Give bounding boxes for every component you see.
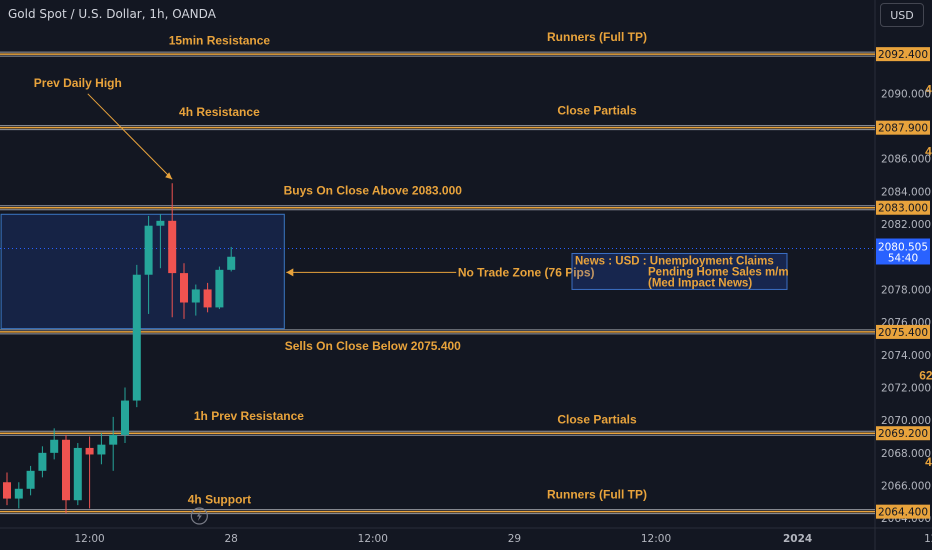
y-tick-label: 2078.000: [881, 284, 931, 296]
annotation-label: 15min Resistance: [169, 33, 271, 47]
y-tick-label: 2090.000: [881, 88, 931, 100]
level-price-label: 2075.400: [878, 327, 928, 339]
level-price-label: 2087.900: [878, 123, 928, 135]
annotation-label: Runners (Full TP): [547, 30, 647, 44]
x-tick-label: 12:00: [641, 533, 671, 545]
no-trade-zone: [0, 213, 285, 330]
y-tick-label: 2086.000: [881, 154, 931, 166]
annotation-label: Runners (Full TP): [547, 488, 647, 502]
candle-body: [203, 289, 212, 308]
candle-body: [191, 289, 200, 303]
news-line: (Med Impact News): [648, 277, 752, 289]
annotation-label: Prev Daily High: [34, 76, 122, 90]
candle-body: [38, 452, 47, 471]
candle-body: [144, 225, 153, 275]
y-tick-label: 2074.000: [881, 350, 931, 362]
level-price-label: 2083.000: [878, 203, 928, 215]
chart-svg[interactable]: 15min ResistanceRunners (Full TP)45 Pip …: [0, 0, 932, 550]
x-tick-label: 29: [508, 533, 521, 545]
candle-body: [121, 400, 129, 435]
candle-body: [62, 439, 70, 501]
annotation-label: Sells On Close Below 2075.400: [285, 339, 461, 353]
x-tick-label: 12:00: [924, 533, 932, 545]
candle-body: [97, 444, 106, 455]
candle-body: [132, 274, 141, 401]
candle-body: [168, 220, 177, 274]
y-tick-label: 2070.000: [881, 415, 931, 427]
candle-body: [3, 482, 11, 499]
candle-body: [26, 470, 35, 489]
annotation-label: 1h Prev Resistance: [194, 409, 304, 423]
x-tick-label: 28: [225, 533, 238, 545]
level-price-label: 2092.400: [878, 49, 928, 61]
candle-body: [156, 220, 165, 226]
countdown-label: 54:40: [888, 253, 918, 265]
x-tick-label: 12:00: [358, 533, 388, 545]
candle-body: [180, 273, 188, 303]
candle-body: [73, 447, 82, 501]
y-tick-label: 2066.000: [881, 481, 931, 493]
y-tick-label: 2068.000: [881, 448, 931, 460]
level-price-label: 2069.200: [878, 428, 928, 440]
y-tick-label: 2084.000: [881, 186, 931, 198]
currency-button[interactable]: USD: [880, 3, 924, 27]
candle-body: [215, 269, 224, 308]
y-tick-label: 2072.000: [881, 382, 931, 394]
annotation-label: Buys On Close Above 2083.000: [284, 184, 463, 198]
annotation-label: Close Partials: [557, 104, 637, 118]
candle-body: [227, 256, 236, 270]
x-tick-label: 12:00: [74, 533, 104, 545]
candle-body: [14, 488, 23, 499]
candle-body: [50, 439, 59, 453]
chart-title: Gold Spot / U.S. Dollar, 1h, OANDA: [8, 7, 216, 21]
annotation-label: 62 Pip Range: [919, 368, 932, 382]
candle-body: [109, 434, 118, 445]
annotation-label: 4h Support: [188, 492, 251, 506]
candle-body: [85, 447, 94, 455]
level-price-label: 2064.400: [878, 507, 928, 519]
x-tick-label: 2024: [783, 533, 812, 545]
annotation-label: Close Partials: [557, 412, 637, 426]
y-tick-label: 2082.000: [881, 219, 931, 231]
annotation-label: 4h Resistance: [179, 105, 260, 119]
